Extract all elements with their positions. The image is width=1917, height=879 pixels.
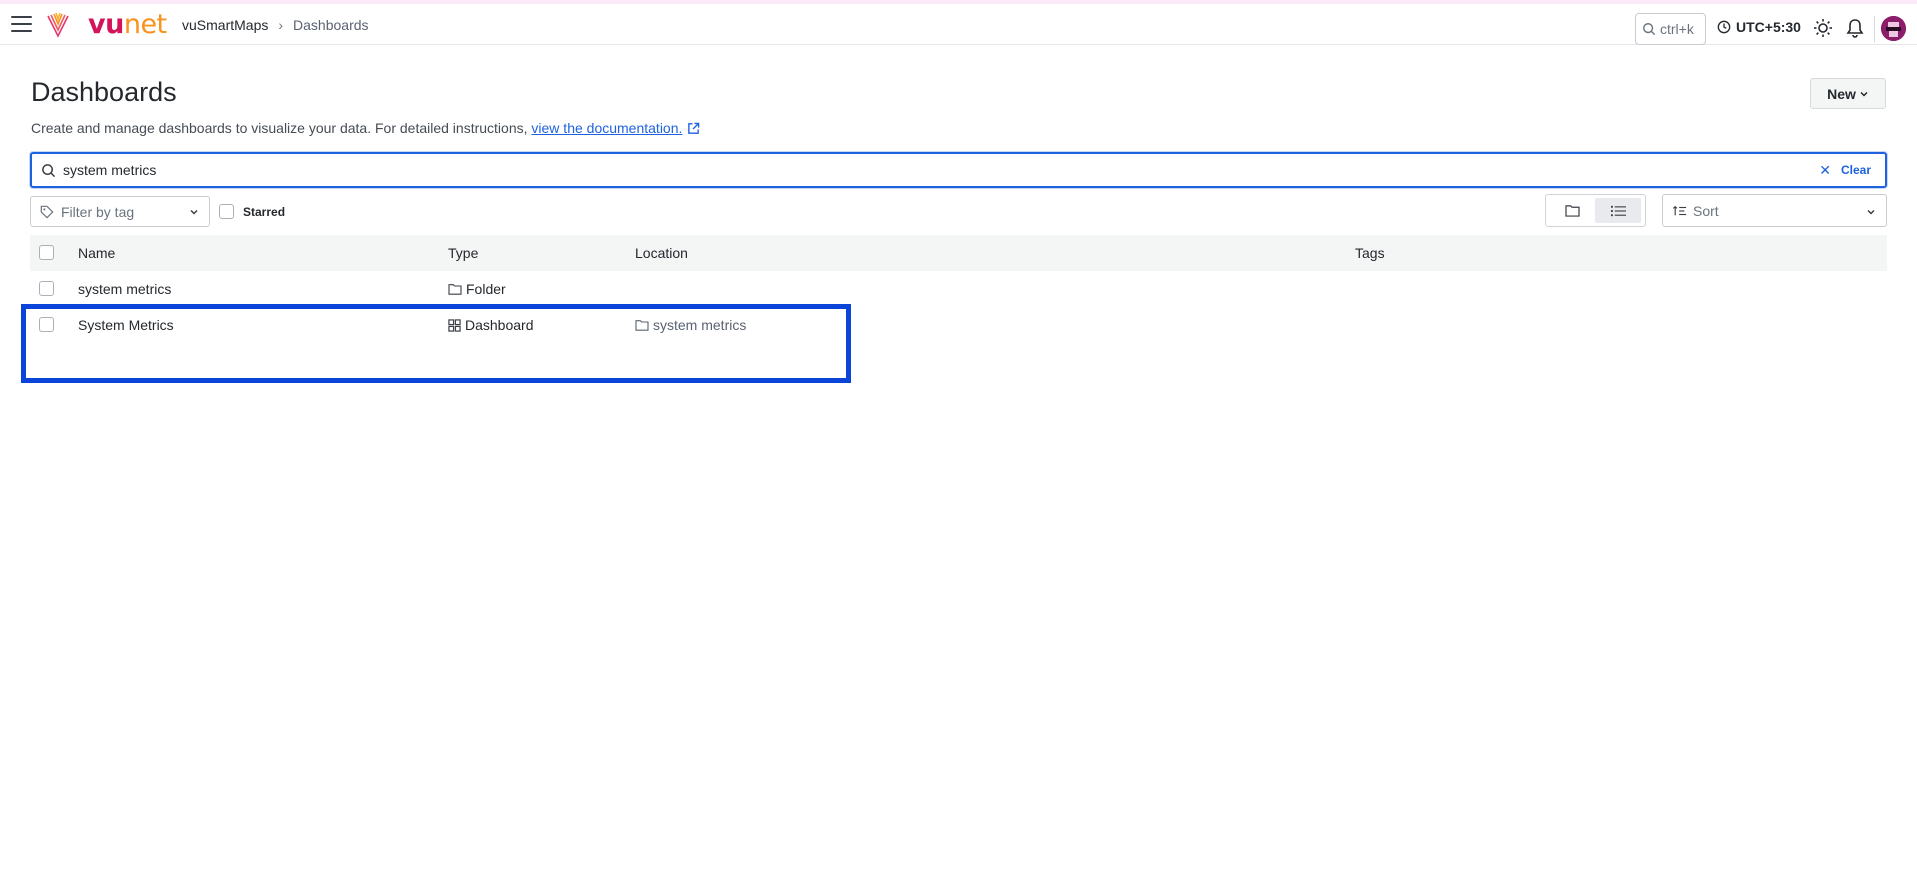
sun-icon bbox=[1814, 19, 1832, 37]
page-title: Dashboards bbox=[31, 77, 177, 107]
row-location[interactable]: system metrics bbox=[635, 317, 746, 333]
new-button[interactable]: New bbox=[1810, 78, 1886, 109]
sort-select[interactable]: Sort bbox=[1662, 194, 1887, 227]
breadcrumb: vuSmartMaps › Dashboards bbox=[182, 17, 369, 33]
folder-icon bbox=[448, 284, 462, 295]
new-button-label: New bbox=[1827, 85, 1856, 102]
documentation-link[interactable]: view the documentation. bbox=[531, 120, 682, 136]
brand-logo-text[interactable]: vunet bbox=[88, 9, 167, 40]
sort-placeholder: Sort bbox=[1693, 202, 1719, 219]
timezone-label: UTC+5:30 bbox=[1736, 19, 1801, 35]
page-description-text: Create and manage dashboards to visualiz… bbox=[31, 120, 532, 136]
theme-toggle-button[interactable] bbox=[1812, 17, 1834, 39]
avatar[interactable] bbox=[1881, 16, 1906, 41]
header-location: Location bbox=[635, 245, 688, 261]
search-input[interactable] bbox=[63, 162, 1820, 178]
starred-checkbox[interactable] bbox=[219, 204, 234, 219]
header-tags: Tags bbox=[1355, 245, 1385, 261]
search-icon bbox=[1643, 23, 1656, 36]
dashboard-search[interactable]: ✕ Clear bbox=[30, 152, 1887, 188]
dashboard-grid-icon bbox=[448, 318, 461, 332]
row-type: Dashboard bbox=[448, 317, 534, 333]
folder-view-button[interactable] bbox=[1549, 198, 1595, 223]
table-row[interactable]: System Metrics Dashboard system metrics bbox=[30, 307, 1887, 343]
breadcrumb-current[interactable]: Dashboards bbox=[293, 17, 369, 33]
toolbar-divider bbox=[1874, 16, 1875, 42]
row-name[interactable]: System Metrics bbox=[78, 317, 174, 333]
chevron-down-icon bbox=[1867, 209, 1875, 215]
clear-label: Clear bbox=[1840, 163, 1871, 177]
search-results-table: Name Type Location Tags system metrics F… bbox=[30, 235, 1887, 343]
folder-icon bbox=[635, 320, 649, 331]
breadcrumb-root[interactable]: vuSmartMaps bbox=[182, 17, 268, 33]
list-view-button[interactable] bbox=[1595, 198, 1641, 223]
header-name: Name bbox=[78, 245, 116, 261]
vunet-logo-icon[interactable] bbox=[46, 12, 70, 38]
tag-filter-placeholder: Filter by tag bbox=[61, 203, 135, 220]
timezone-picker[interactable]: UTC+5:30 bbox=[1717, 19, 1801, 35]
table-header: Name Type Location Tags bbox=[30, 235, 1887, 271]
header-type: Type bbox=[448, 245, 479, 261]
row-checkbox[interactable] bbox=[39, 281, 54, 296]
row-name[interactable]: system metrics bbox=[78, 281, 171, 297]
menu-icon[interactable] bbox=[11, 16, 32, 32]
brand-net: net bbox=[123, 9, 167, 40]
row-checkbox[interactable] bbox=[39, 317, 54, 332]
chevron-down-icon bbox=[1860, 91, 1868, 97]
tag-icon bbox=[40, 205, 54, 219]
row-location-label: system metrics bbox=[653, 317, 747, 333]
sort-icon bbox=[1673, 205, 1687, 215]
list-icon bbox=[1610, 205, 1626, 216]
notifications-button[interactable] bbox=[1844, 17, 1866, 39]
row-type-label: Dashboard bbox=[465, 317, 534, 333]
search-shortcut-label: ctrl+k bbox=[1660, 21, 1694, 37]
clear-search-button[interactable]: ✕ Clear bbox=[1819, 162, 1871, 179]
row-type-label: Folder bbox=[466, 281, 506, 297]
external-link-icon[interactable] bbox=[687, 122, 700, 135]
user-avatar-icon bbox=[1881, 16, 1906, 41]
search-icon bbox=[42, 163, 56, 177]
starred-filter[interactable]: Starred bbox=[219, 204, 285, 219]
folder-icon bbox=[1564, 205, 1580, 217]
select-all-checkbox[interactable] bbox=[39, 245, 54, 260]
starred-label: Starred bbox=[243, 204, 286, 219]
bell-icon bbox=[1846, 19, 1864, 38]
page-description: Create and manage dashboards to visualiz… bbox=[31, 120, 700, 136]
command-search-button[interactable]: ctrl+k bbox=[1635, 13, 1706, 45]
chevron-right-icon: › bbox=[278, 17, 284, 33]
close-icon: ✕ bbox=[1819, 161, 1831, 178]
brand-vu: vu bbox=[88, 9, 124, 40]
tag-filter-select[interactable]: Filter by tag bbox=[30, 196, 210, 227]
row-type: Folder bbox=[448, 281, 506, 297]
clock-icon bbox=[1717, 20, 1731, 34]
view-mode-toggle[interactable] bbox=[1545, 194, 1646, 227]
top-navbar: vunet vuSmartMaps › Dashboards ctrl+k UT… bbox=[0, 4, 1917, 45]
table-row[interactable]: system metrics Folder bbox=[30, 271, 1887, 307]
chevron-down-icon bbox=[190, 209, 198, 215]
